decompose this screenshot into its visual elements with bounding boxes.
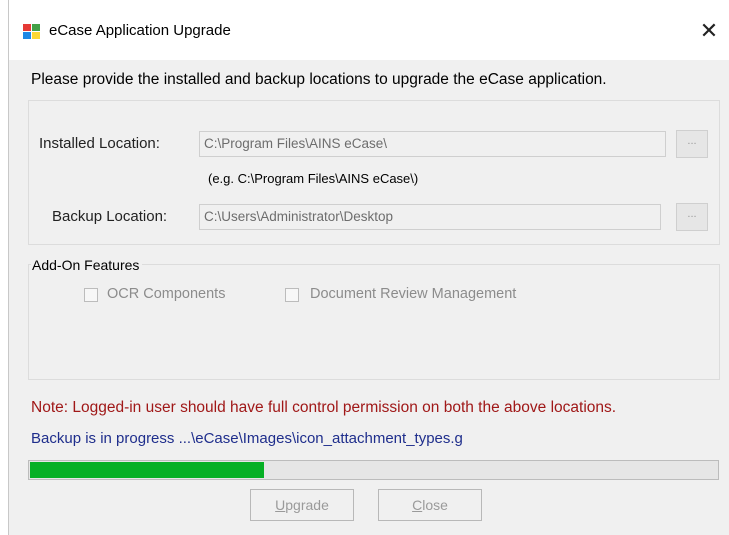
progress-bar	[28, 460, 719, 480]
installed-location-field[interactable]: C:\Program Files\AINS eCase\	[199, 131, 666, 157]
app-window-icon	[23, 24, 41, 40]
close-mnemonic: C	[412, 497, 423, 513]
close-button-label: lose	[422, 497, 448, 513]
document-review-label: Document Review Management	[310, 286, 517, 302]
backup-location-field[interactable]: C:\Users\Administrator\Desktop	[199, 204, 661, 230]
upgrade-mnemonic: U	[275, 497, 286, 513]
permission-note: Note: Logged-in user should have full co…	[31, 399, 617, 416]
title-bar: eCase Application Upgrade ✕	[9, 0, 729, 60]
backup-location-label: Backup Location:	[52, 208, 168, 225]
backup-browse-button[interactable]: ...	[676, 203, 708, 231]
upgrade-dialog: eCase Application Upgrade ✕ Please provi…	[8, 0, 729, 535]
addon-features-title: Add-On Features	[31, 257, 143, 273]
installed-location-example: (e.g. C:\Program Files\AINS eCase\)	[208, 171, 419, 186]
document-review-checkbox-icon[interactable]	[285, 288, 299, 302]
addon-features-group	[28, 264, 720, 380]
progress-status-text: Backup is in progress ...\eCase\Images\i…	[31, 430, 463, 447]
installed-browse-button[interactable]: ...	[676, 130, 708, 158]
ocr-components-label: OCR Components	[107, 286, 226, 302]
installed-location-label: Installed Location:	[39, 135, 160, 152]
close-icon[interactable]: ✕	[694, 16, 724, 46]
close-button[interactable]: Close	[378, 489, 482, 521]
upgrade-button[interactable]: Upgrade	[250, 489, 354, 521]
upgrade-button-label: pgrade	[285, 497, 329, 513]
ocr-checkbox-icon[interactable]	[84, 288, 98, 302]
instructions-text: Please provide the installed and backup …	[31, 71, 607, 88]
window-title: eCase Application Upgrade	[49, 22, 231, 39]
progress-bar-fill	[30, 462, 264, 478]
